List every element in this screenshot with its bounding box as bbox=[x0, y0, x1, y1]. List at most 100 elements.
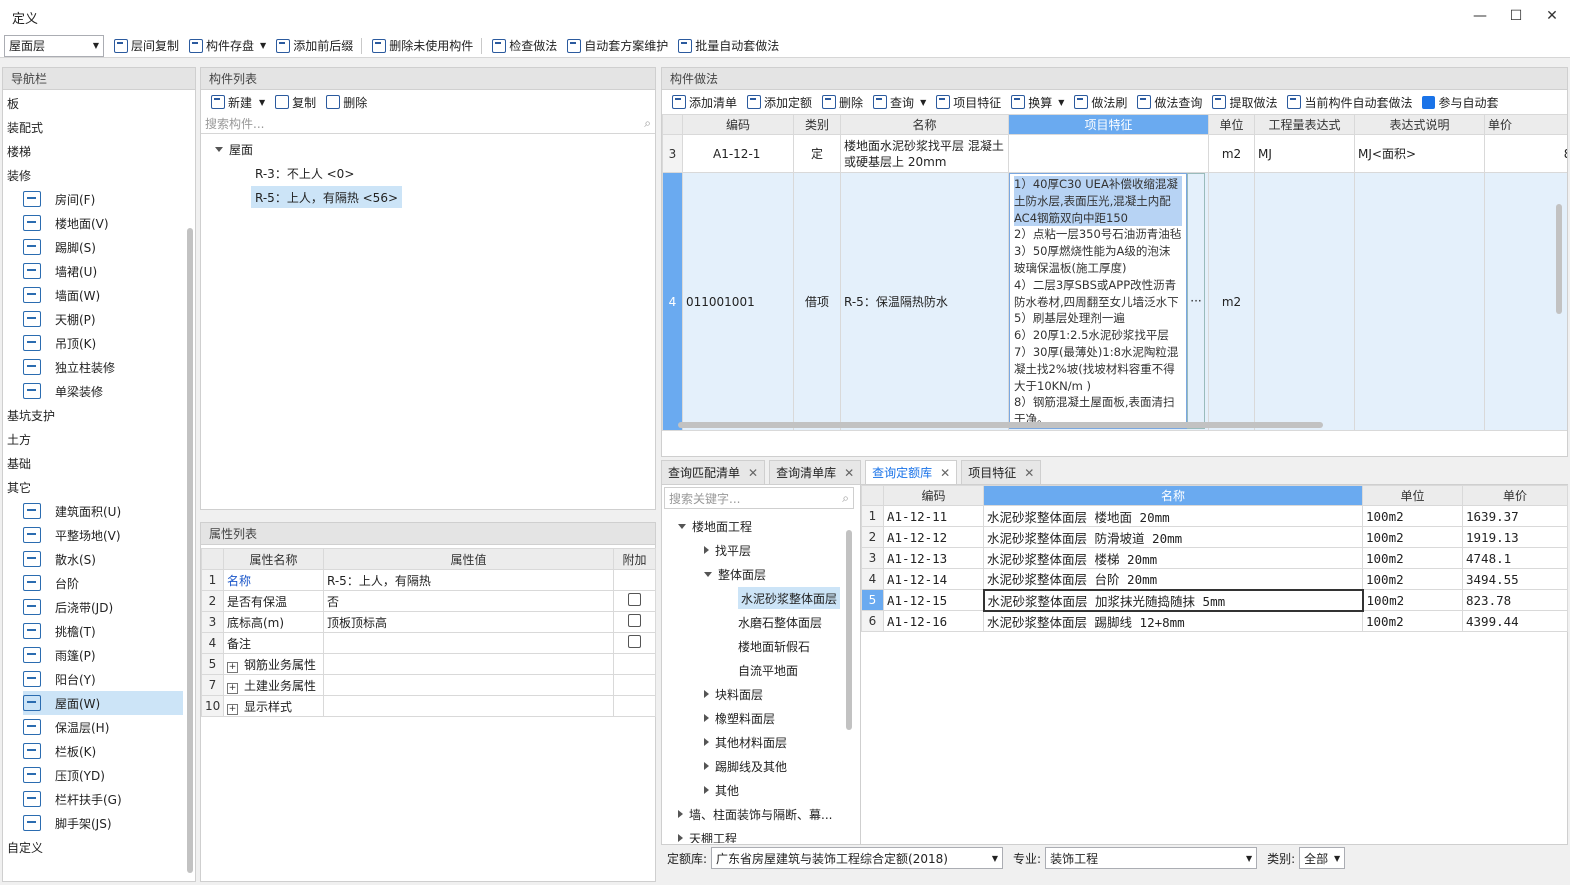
tree-node[interactable]: 其他 bbox=[704, 779, 739, 801]
quota-row[interactable]: 1 A1-12-11 水泥砂浆整体面层 楼地面 20mm 100m2 1639.37 bbox=[861, 505, 1568, 527]
method-toolbar-button[interactable]: 项目特征 bbox=[936, 94, 1001, 111]
maximize-icon[interactable]: ☐ bbox=[1508, 8, 1524, 24]
nav-item[interactable]: 散水(S) bbox=[23, 547, 96, 571]
nav-category[interactable]: 装配式 bbox=[7, 115, 43, 139]
keyword-search-input[interactable]: 搜索关键字... ⌕ bbox=[664, 487, 854, 509]
quota-row[interactable]: 4 A1-12-14 水泥砂浆整体面层 台阶 20mm 100m2 3494.55 bbox=[861, 568, 1568, 590]
method-toolbar-button[interactable]: 提取做法 bbox=[1212, 94, 1277, 111]
checkbox[interactable] bbox=[628, 635, 641, 648]
property-row[interactable]: 3 底标高(m) 顶板顶标高 bbox=[201, 611, 656, 633]
nav-item[interactable]: 单梁装修 bbox=[23, 379, 103, 403]
toolbar-button[interactable]: 构件存盘 ▼ bbox=[189, 37, 266, 54]
nav-category[interactable]: 土方 bbox=[7, 427, 31, 451]
nav-item[interactable]: 脚手架(JS) bbox=[23, 811, 112, 835]
tree-node[interactable]: 楼地面工程 bbox=[678, 515, 752, 537]
nav-item[interactable]: 阳台(Y) bbox=[23, 667, 96, 691]
method-toolbar-button[interactable]: 添加定额 bbox=[747, 94, 812, 111]
property-row[interactable]: 10 + 显示样式 bbox=[201, 695, 656, 717]
method-toolbar-button[interactable]: 删除 bbox=[822, 94, 863, 111]
nav-item[interactable]: 栏板(K) bbox=[23, 739, 96, 763]
property-row[interactable]: 2 是否有保温否 bbox=[201, 590, 656, 612]
nav-item[interactable]: 台阶 bbox=[23, 571, 79, 595]
property-value[interactable] bbox=[323, 695, 614, 717]
method-vscrollbar[interactable] bbox=[1556, 204, 1562, 314]
nav-category[interactable]: 基础 bbox=[7, 451, 31, 475]
method-row[interactable]: 3 A1-12-1 定 楼地面水泥砂浆找平层 混凝土或硬基层上 20mm m2 … bbox=[662, 134, 1567, 173]
method-toolbar-button[interactable]: 做法刷 bbox=[1074, 94, 1127, 111]
property-row[interactable]: 7 + 土建业务属性 bbox=[201, 674, 656, 696]
toolbar-button[interactable]: 批量自动套做法 bbox=[678, 37, 779, 54]
tree-node[interactable]: 墙、柱面装饰与隔断、幕... bbox=[678, 803, 832, 825]
quota-row[interactable]: 6 A1-12-16 水泥砂浆整体面层 踢脚线 12+8mm 100m2 4399.44 bbox=[861, 610, 1568, 632]
nav-category[interactable]: 其它 bbox=[7, 475, 31, 499]
nav-item[interactable]: 踢脚(S) bbox=[23, 235, 96, 259]
property-value[interactable]: R-5：上人，有隔热 bbox=[323, 569, 614, 591]
component-search-input[interactable]: 搜索构件... ⌕ bbox=[201, 114, 655, 134]
nav-item[interactable]: 屋面(W) bbox=[23, 691, 183, 715]
tree-node[interactable]: 找平层 bbox=[704, 539, 751, 561]
expand-plus-icon[interactable]: + bbox=[227, 682, 238, 694]
tree-node[interactable]: 橡塑料面层 bbox=[704, 707, 775, 729]
tree-node[interactable]: 楼地面斩假石 bbox=[738, 635, 810, 657]
quota-library-select[interactable]: 广东省房屋建筑与装饰工程综合定额(2018) ▼ bbox=[711, 847, 1004, 869]
method-toolbar-button[interactable]: 当前构件自动套做法 bbox=[1287, 94, 1412, 111]
toolbar-button[interactable]: 添加前后缀 bbox=[276, 37, 353, 54]
nav-category[interactable]: 装修 bbox=[7, 163, 31, 187]
nav-item[interactable]: 后浇带(JD) bbox=[23, 595, 113, 619]
toolbar-button[interactable]: 自动套方案维护 bbox=[567, 37, 668, 54]
method-toolbar-button[interactable]: 做法查询 bbox=[1137, 94, 1202, 111]
query-tab[interactable]: 查询匹配清单 ✕ bbox=[661, 460, 766, 484]
query-tab[interactable]: 查询定额库 ✕ bbox=[865, 460, 958, 484]
method-hscrollbar[interactable] bbox=[678, 422, 1323, 428]
quota-row[interactable]: 5 A1-12-15 水泥砂浆整体面层 加浆抹光随捣随抹 5mm 100m2 823.7… bbox=[861, 588, 1568, 612]
method-toolbar-button[interactable]: 换算 ▼ bbox=[1011, 94, 1064, 111]
tree-node[interactable]: 自流平地面 bbox=[738, 659, 798, 681]
nav-category[interactable]: 自定义 bbox=[7, 835, 43, 859]
nav-item[interactable]: 压顶(YD) bbox=[23, 763, 105, 787]
tree-node[interactable]: 整体面层 bbox=[704, 563, 766, 585]
close-icon[interactable]: ✕ bbox=[844, 466, 854, 480]
nav-item[interactable]: 平整场地(V) bbox=[23, 523, 121, 547]
tree-root[interactable]: 屋面 bbox=[215, 138, 253, 160]
close-icon[interactable]: ✕ bbox=[1544, 8, 1560, 24]
tree-node[interactable]: 踢脚线及其他 bbox=[704, 755, 787, 777]
property-value[interactable] bbox=[323, 674, 614, 696]
property-row[interactable]: 1 名称 R-5：上人，有隔热 bbox=[201, 569, 656, 591]
method-toolbar-button[interactable]: 参与自动套 bbox=[1422, 94, 1498, 111]
close-icon[interactable]: ✕ bbox=[940, 466, 950, 480]
feature-ellipsis-button[interactable]: ··· bbox=[1187, 173, 1205, 429]
component-item[interactable]: R-3：不上人 <0> bbox=[251, 162, 358, 184]
tree-node[interactable]: 其他材料面层 bbox=[704, 731, 787, 753]
quota-row[interactable]: 3 A1-12-13 水泥砂浆整体面层 楼梯 20mm 100m2 4748.1 bbox=[861, 547, 1568, 569]
tree-scrollbar[interactable] bbox=[846, 530, 852, 730]
nav-category[interactable]: 楼梯 bbox=[7, 139, 31, 163]
tree-node[interactable]: 水泥砂浆整体面层 bbox=[738, 587, 841, 609]
nav-item[interactable]: 建筑面积(U) bbox=[23, 499, 121, 523]
method-toolbar-button[interactable]: 添加清单 bbox=[672, 94, 737, 111]
expand-plus-icon[interactable]: + bbox=[227, 703, 238, 715]
toolbar-button[interactable]: 层间复制 bbox=[114, 37, 179, 54]
checkbox[interactable] bbox=[628, 593, 641, 606]
query-tab[interactable]: 查询清单库 ✕ bbox=[769, 460, 862, 484]
type-select[interactable]: 全部 ▼ bbox=[1299, 847, 1346, 869]
floor-select[interactable]: 屋面层 ▼ bbox=[4, 34, 104, 57]
component-item[interactable]: R-5：上人，有隔热 <56> bbox=[251, 186, 403, 208]
nav-item[interactable]: 独立柱装修 bbox=[23, 355, 115, 379]
feature-editor[interactable]: 1）40厚C30 UEA补偿收缩混凝 土防水层,表面压光,混凝土内配 AC4钢筋双向… bbox=[1008, 172, 1209, 431]
minimize-icon[interactable]: — bbox=[1472, 8, 1488, 24]
nav-item[interactable]: 栏杆扶手(G) bbox=[23, 787, 122, 811]
nav-category[interactable]: 基坑支护 bbox=[7, 403, 55, 427]
method-row-selected[interactable]: 4 011001001 借项 R-5：保温隔热防水 1）40厚C30 UEA补偿… bbox=[662, 172, 1567, 431]
query-tab[interactable]: 项目特征 ✕ bbox=[961, 460, 1042, 484]
property-value[interactable] bbox=[323, 632, 614, 654]
expand-plus-icon[interactable]: + bbox=[227, 661, 238, 673]
tree-node[interactable]: 块料面层 bbox=[704, 683, 763, 705]
nav-category[interactable]: 板 bbox=[7, 91, 19, 115]
checkbox[interactable] bbox=[628, 614, 641, 627]
close-icon[interactable]: ✕ bbox=[748, 466, 758, 480]
copy-button[interactable]: 复制 bbox=[275, 94, 316, 111]
property-row[interactable]: 5 + 钢筋业务属性 bbox=[201, 653, 656, 675]
toolbar-button[interactable]: 检查做法 bbox=[492, 37, 557, 54]
nav-item[interactable]: 吊顶(K) bbox=[23, 331, 96, 355]
delete-button[interactable]: 删除 bbox=[326, 94, 367, 111]
